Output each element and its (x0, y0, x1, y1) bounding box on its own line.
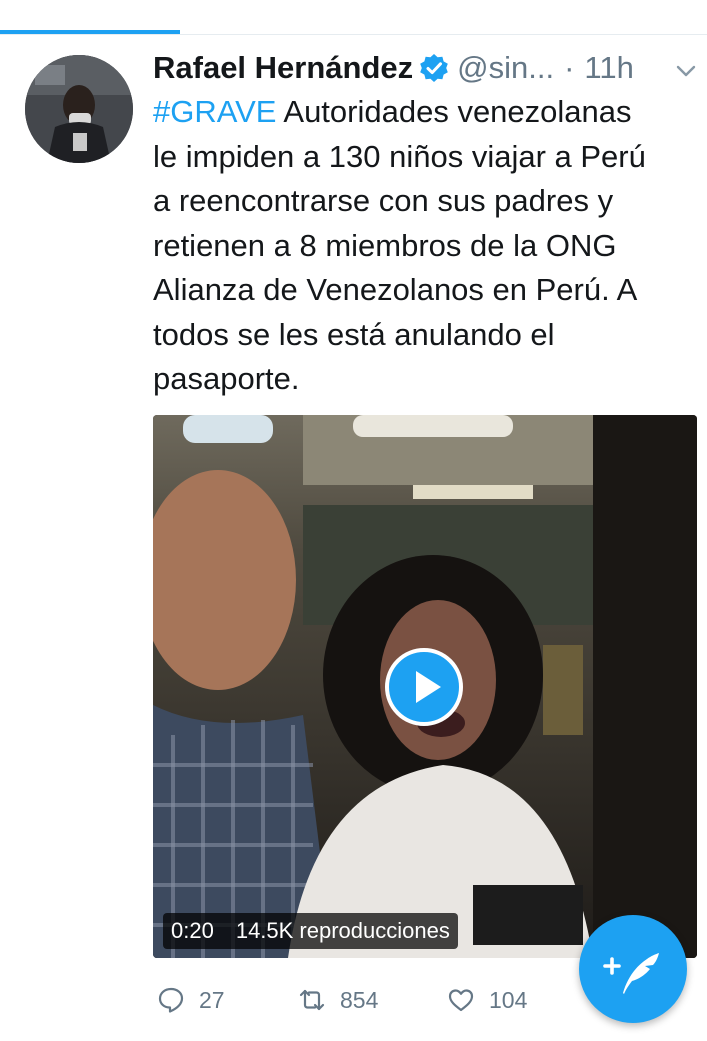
video-info-overlay: 0:20 14.5K reproducciones (163, 913, 458, 949)
verified-badge-icon (419, 53, 449, 83)
retweet-icon (299, 989, 325, 1011)
author-name[interactable]: Rafael Hernández (153, 50, 413, 86)
avatar-image (25, 55, 133, 163)
tweet-text-line-6: todos se les está anulando el (153, 316, 555, 352)
video-player[interactable]: 0:20 14.5K reproducciones (153, 415, 697, 958)
tweet-text-line-4: retienen a 8 miembros de la ONG (153, 227, 617, 263)
tweet-text-segment: Autoridades venezolanas (276, 94, 632, 129)
retweet-button[interactable]: 854 (298, 980, 378, 1020)
tweet-text-line-1: #GRAVE Autoridades venezolanas (153, 90, 698, 135)
play-button[interactable] (385, 648, 463, 726)
tweet-text-line-2: le impiden a 130 niños viajar a Perú (153, 138, 646, 174)
compose-tweet-button[interactable] (579, 915, 687, 1023)
hashtag-link[interactable]: #GRAVE (153, 94, 276, 129)
time-separator: · (564, 50, 575, 85)
author-handle[interactable]: @sin... (457, 50, 554, 86)
heart-icon (448, 989, 474, 1012)
tweet-header: Rafael Hernández @sin... · 11h (153, 48, 634, 88)
chevron-down-icon[interactable] (674, 59, 698, 83)
top-divider (0, 34, 707, 35)
compose-tweet-icon (603, 953, 659, 994)
video-duration: 0:20 (171, 918, 214, 943)
tweet-text-line-5: Alianza de Venezolanos en Perú. A (153, 272, 638, 307)
reply-count: 27 (199, 986, 225, 1013)
retweet-count: 854 (340, 986, 379, 1013)
tweet-text-line-3: a reencontrarse con sus padres y (153, 183, 614, 218)
tweet-time[interactable]: 11h (584, 50, 633, 86)
reply-button[interactable]: 27 (157, 980, 225, 1020)
tweet-text-line-7: pasaporte. (153, 361, 300, 396)
like-count: 104 (489, 986, 528, 1013)
video-views: 14.5K reproducciones (235, 918, 450, 943)
reply-icon (158, 987, 184, 1013)
avatar[interactable] (25, 55, 133, 163)
like-button[interactable]: 104 (447, 980, 527, 1020)
play-icon (416, 671, 441, 703)
tweet-text: #GRAVE Autoridades venezolanas le impide… (153, 90, 698, 402)
tweet-actions: 27 854 104 (153, 980, 573, 1020)
